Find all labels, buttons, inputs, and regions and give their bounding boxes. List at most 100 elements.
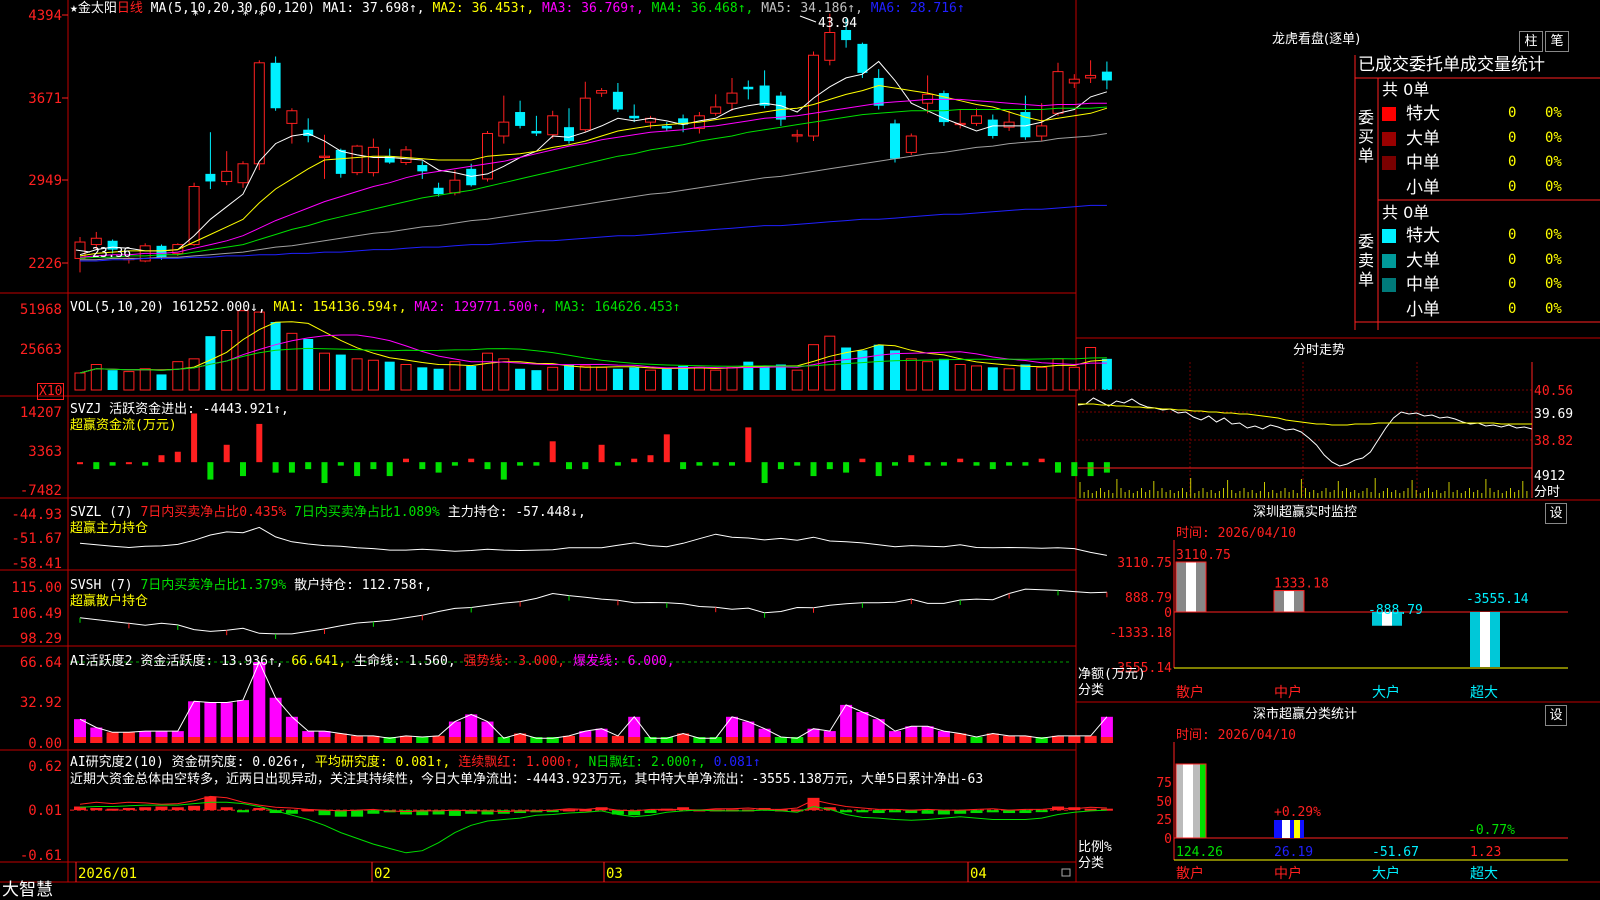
ai1-bar: [253, 662, 266, 743]
szcls-category: 中户: [1274, 865, 1302, 882]
ai2-bar: [448, 810, 461, 816]
svzj-bar: [191, 413, 198, 463]
candle-up: [824, 32, 836, 61]
candle-up: [579, 97, 591, 131]
candle-up: [547, 115, 559, 136]
szmon-bar-seg: [1186, 562, 1196, 612]
ai1-bar: [220, 702, 233, 743]
candle-up: [253, 62, 265, 165]
candle-up: [726, 92, 738, 104]
buy-swatch-0: [1382, 107, 1396, 121]
buy-row-count: 0: [1508, 178, 1517, 195]
ai1-base-bar: [432, 737, 445, 743]
svzj-bar: [1006, 462, 1013, 466]
ai1-p3: 生命线: 1.560,: [354, 654, 456, 669]
candle-down: [433, 187, 444, 195]
ai1-base-bar: [481, 737, 494, 743]
svzj-sub: 超赢资金流(万元): [70, 418, 177, 433]
sell-row-count: 0: [1508, 227, 1517, 243]
ai2-bar: [921, 810, 934, 814]
ai1-base-bar: [872, 737, 885, 743]
ai1-base-bar: [970, 737, 983, 743]
szmon-category: 大户: [1372, 684, 1400, 701]
vol-bar-up: [905, 358, 917, 391]
candle-up: [319, 155, 330, 158]
low-price-mark: 23.36: [92, 246, 131, 261]
svzj-bar: [957, 458, 964, 463]
svzj-bar: [305, 462, 312, 470]
candle-down: [661, 125, 672, 129]
szmon-bar-seg: [1294, 590, 1304, 612]
ai1-base-bar: [155, 737, 168, 743]
ai1-p5: 爆发线: 6.000,: [572, 654, 675, 669]
buy-row-label: 大单: [1406, 128, 1440, 149]
svzj-bar: [566, 462, 572, 470]
ai1-base-bar: [677, 737, 690, 743]
svzj-bar: [989, 462, 996, 470]
candle-up: [351, 145, 363, 174]
candle-down: [270, 62, 281, 109]
ai1-base-bar: [90, 737, 103, 743]
svzl-y-tick: -44.93: [11, 507, 62, 523]
vol-bar-up: [139, 368, 151, 391]
ai2-bar: [872, 810, 885, 814]
x-axis-label: 03: [606, 866, 623, 882]
brand-logo[interactable]: 大智慧: [2, 880, 53, 900]
vol-bar-down: [661, 368, 672, 390]
stock-title[interactable]: ★金太阳: [70, 1, 117, 16]
ai1-base-bar: [334, 737, 347, 743]
svzl-sub: 超赢主力持仓: [70, 521, 149, 536]
svsh-y-tick: 115.00: [11, 580, 62, 596]
tick-view-button[interactable]: 笔: [1545, 31, 1569, 52]
vol-bar-down: [303, 339, 314, 390]
ai1-base-bar: [351, 737, 364, 743]
szmon-bar-value: 3110.75: [1176, 548, 1231, 563]
svzj-label: SVZJ: [70, 402, 102, 417]
vol-bar-up: [596, 366, 608, 391]
svzj-bar: [272, 462, 279, 473]
ai2-comment: 近期大资金总体由空转多，近两日出现异动，关注其持续性，今日大单净流出：-4443…: [70, 772, 984, 787]
ai1-y-tick: 66.64: [20, 655, 62, 671]
szcls-seg: [1193, 764, 1200, 838]
candle-down: [515, 112, 526, 126]
ai1-base-bar: [889, 737, 901, 743]
vol-header: VOL(5,10,20) 161252.000↓, MA1: 154136.59…: [70, 300, 681, 315]
candle-down: [743, 86, 754, 90]
ai1-base-bar: [302, 737, 315, 743]
ai1-header: AI活跃度2 资金活跃度: 13.936↑, 66.641, 生命线: 1.56…: [70, 654, 675, 669]
ai1-base-bar: [416, 737, 429, 743]
vol-bar-up: [710, 369, 722, 391]
sz-monitor-date: 时间: 2026/04/10: [1176, 526, 1296, 541]
ai2-bar: [171, 807, 184, 811]
ai1-base-bar: [237, 737, 249, 743]
ai2-bar: [1019, 810, 1032, 814]
ai1-base-bar: [188, 737, 201, 743]
svzj-bar: [517, 462, 524, 466]
svzj-bar: [109, 462, 116, 466]
svzj-bar: [207, 462, 214, 480]
buy-side-label: 委买单: [1358, 108, 1375, 165]
bar-view-button[interactable]: 柱: [1519, 31, 1543, 52]
sz-monitor-settings-button[interactable]: 设: [1545, 503, 1567, 524]
szmon-bar-seg: [1274, 590, 1284, 612]
svzl-part3: 主力持仓: -57.448↓,: [447, 505, 586, 520]
svzj-bar: [712, 462, 719, 466]
ai2-bar: [1035, 810, 1048, 813]
svzl-label: SVZL (7): [70, 505, 133, 520]
svzj-bar: [875, 462, 882, 477]
candle-down: [629, 115, 640, 119]
vol-bar-up: [922, 361, 934, 391]
ai1-base-bar: [840, 737, 853, 743]
period-label[interactable]: 日线: [117, 1, 143, 16]
sell-row-pct: 0%: [1545, 251, 1562, 268]
svzj-bar: [1055, 462, 1061, 473]
candle-up: [791, 134, 803, 137]
szcls-category: 超大: [1470, 866, 1498, 882]
ma5-value: MA5: 34.186↑,: [761, 1, 863, 16]
szmon-y-tick: -1333.18: [1109, 626, 1172, 641]
ai1-base-bar: [514, 737, 527, 743]
ai1-p1: 资金活跃度: 13.936↑,: [140, 654, 284, 669]
ma-line-ma60: [80, 133, 1107, 261]
szcls-bar-retail: [1175, 763, 1207, 839]
sz-class-settings-button[interactable]: 设: [1545, 705, 1567, 726]
